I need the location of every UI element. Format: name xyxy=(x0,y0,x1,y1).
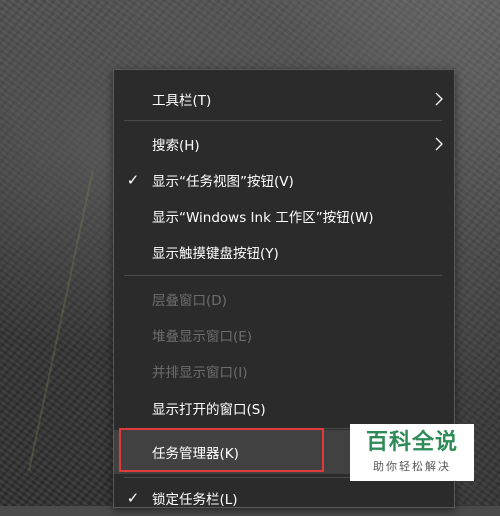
menu-item-label: 显示“任务视图”按钮(V) xyxy=(152,174,294,190)
menu-item-label: 锁定任务栏(L) xyxy=(152,492,238,508)
menu-item-search[interactable]: 搜索(H) xyxy=(114,126,454,162)
checkmark-icon: ✓ xyxy=(126,489,140,507)
menu-item-stack-windows: 堆叠显示窗口(E) xyxy=(114,317,454,353)
menu-item-label: 堆叠显示窗口(E) xyxy=(152,329,253,345)
menu-item-show-touch-keyboard[interactable]: 显示触摸键盘按钮(Y) xyxy=(114,234,454,270)
watermark-subtitle: 助你轻松解决 xyxy=(373,460,451,473)
menu-item-side-by-side: 并排显示窗口(I) xyxy=(114,353,454,389)
menu-item-label: 显示“Windows Ink 工作区”按钮(W) xyxy=(152,210,374,226)
menu-separator xyxy=(124,275,442,276)
chevron-right-icon xyxy=(435,92,443,106)
checkmark-icon: ✓ xyxy=(126,171,140,189)
menu-item-label: 层叠窗口(D) xyxy=(152,293,227,309)
menu-item-show-open-windows[interactable]: 显示打开的窗口(S) xyxy=(114,390,454,426)
menu-item-lock-taskbar[interactable]: ✓ 锁定任务栏(L) xyxy=(114,480,454,516)
menu-item-label: 搜索(H) xyxy=(152,138,200,154)
menu-item-label: 工具栏(T) xyxy=(152,93,212,109)
menu-item-label: 并排显示窗口(I) xyxy=(152,365,248,381)
watermark-logo: 百科全说 助你轻松解决 xyxy=(350,424,474,481)
menu-separator xyxy=(124,120,442,121)
menu-item-show-windows-ink[interactable]: 显示“Windows Ink 工作区”按钮(W) xyxy=(114,198,454,234)
menu-item-toolbars[interactable]: 工具栏(T) xyxy=(114,81,454,117)
menu-item-label: 显示打开的窗口(S) xyxy=(152,402,266,418)
chevron-right-icon xyxy=(435,137,443,151)
menu-item-show-task-view[interactable]: ✓ 显示“任务视图”按钮(V) xyxy=(114,162,454,198)
watermark-title: 百科全说 xyxy=(365,430,458,455)
menu-item-cascade-windows: 层叠窗口(D) xyxy=(114,281,454,317)
highlight-annotation-box xyxy=(119,428,324,472)
menu-item-label: 显示触摸键盘按钮(Y) xyxy=(152,246,279,262)
